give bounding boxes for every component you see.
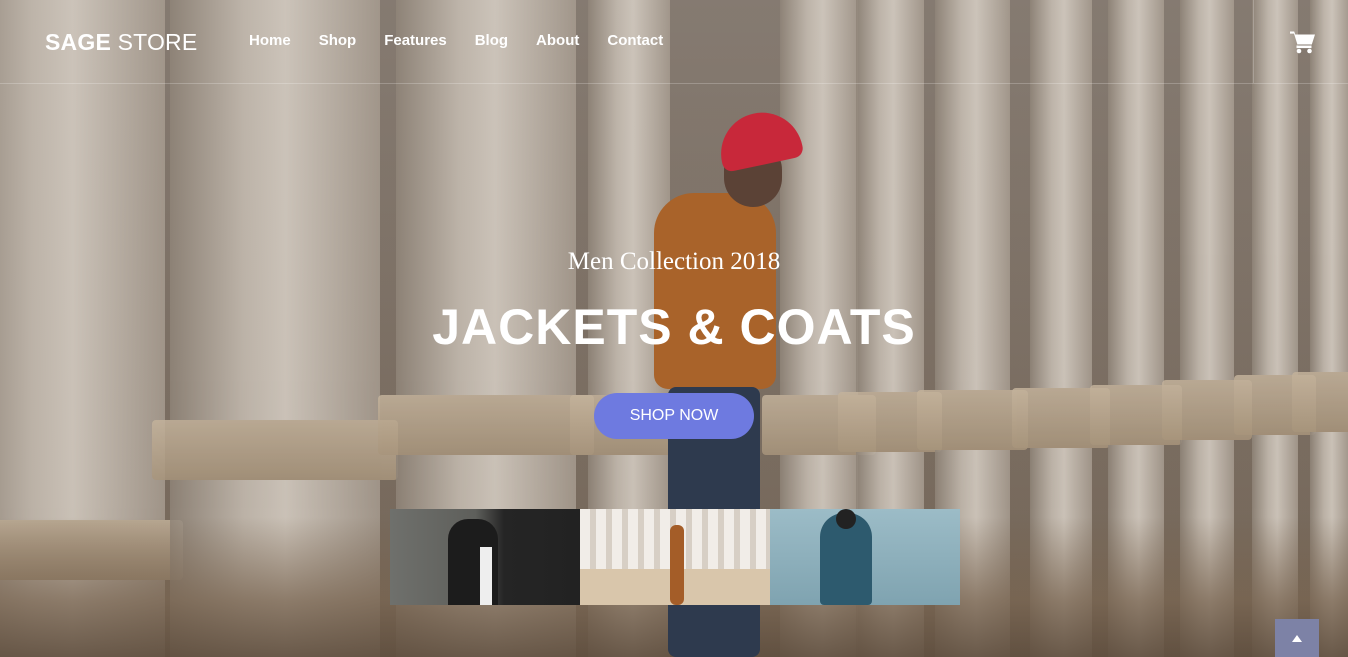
thumbnail-woman-jacket[interactable] (390, 509, 580, 605)
nav-about[interactable]: About (536, 32, 579, 49)
shop-now-button[interactable]: SHOP NOW (594, 393, 754, 439)
thumbnail-man-columns[interactable] (580, 509, 770, 605)
chevron-up-icon (1292, 634, 1302, 642)
nav-contact[interactable]: Contact (607, 32, 663, 49)
nav-shop[interactable]: Shop (319, 32, 357, 49)
back-to-top-button[interactable] (1275, 619, 1319, 657)
slide-thumbnails (390, 509, 960, 605)
hero-title: JACKETS & COATS (432, 299, 916, 355)
hero-subtitle: Men Collection 2018 (567, 248, 781, 275)
main-nav: Home Shop Features Blog About Contact (249, 32, 691, 49)
site-header: SAGE STORE Home Shop Features Blog About… (0, 0, 1348, 84)
nav-blog[interactable]: Blog (475, 32, 508, 49)
cart-button[interactable] (1253, 0, 1348, 83)
nav-home[interactable]: Home (249, 32, 291, 49)
logo-rest: STORE (110, 29, 198, 55)
site-logo[interactable]: SAGE STORE (45, 29, 197, 56)
shopping-cart-icon (1290, 31, 1315, 53)
nav-features[interactable]: Features (384, 32, 447, 49)
thumbnail-man-backpack[interactable] (770, 509, 960, 605)
logo-bold: SAGE (45, 29, 111, 55)
